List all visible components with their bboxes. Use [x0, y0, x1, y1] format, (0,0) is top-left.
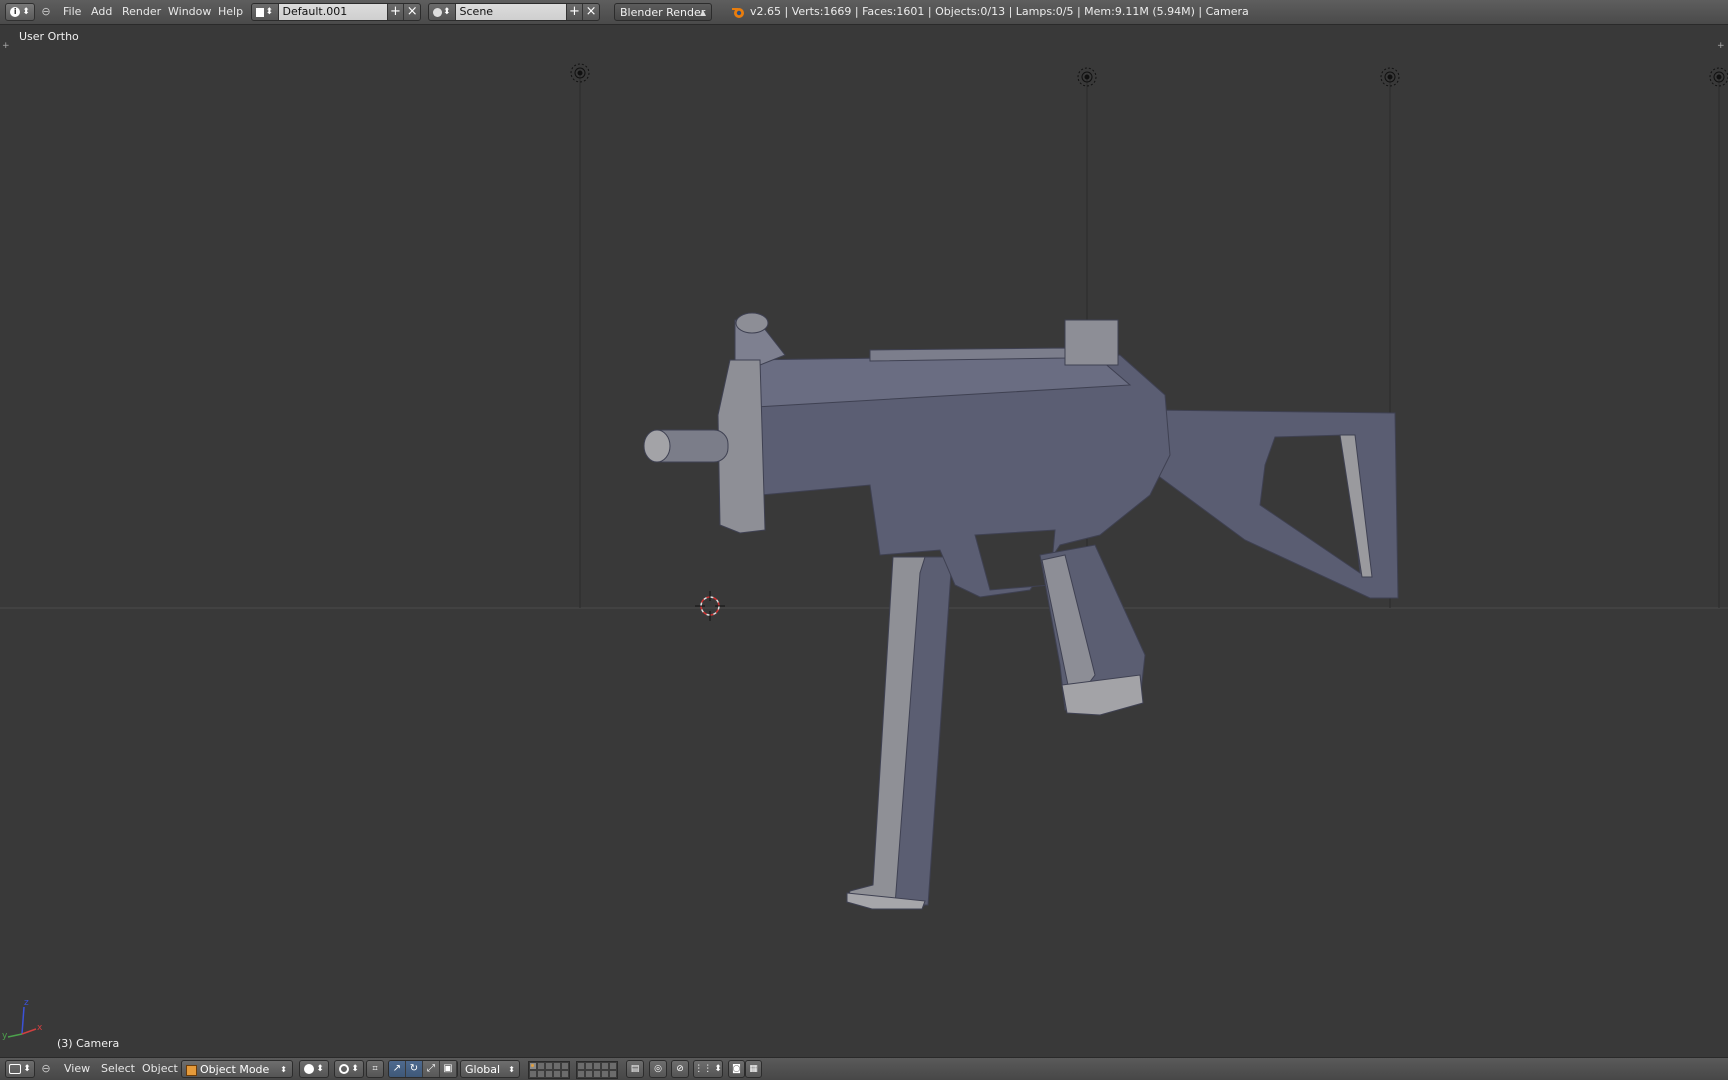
axis-y-label: y	[2, 1031, 8, 1041]
clapper-icon: ▦	[749, 1064, 758, 1074]
layer-button[interactable]	[561, 1070, 569, 1078]
gun-muzzle	[643, 429, 671, 463]
active-object-label: (3) Camera	[57, 1037, 120, 1050]
camera-icon: ◙	[732, 1064, 741, 1074]
snap-element-button[interactable]: ⋮⋮ ⬍	[693, 1060, 723, 1078]
proportional-edit-icon: ◎	[654, 1064, 662, 1074]
layer-button[interactable]	[609, 1070, 617, 1078]
delete-screen-button[interactable]: ×	[403, 4, 420, 20]
axis-x-label: x	[37, 1023, 43, 1033]
collapse-menus-toggle[interactable]: ⊖	[40, 1060, 52, 1078]
editor-type-button[interactable]: i ⬍	[5, 3, 35, 21]
gun-rear-sight	[1064, 319, 1119, 366]
layer-button[interactable]	[585, 1070, 593, 1078]
scene-icon[interactable]: ⬍	[429, 4, 456, 20]
render-animation-button[interactable]: ▦	[745, 1060, 762, 1078]
menu-object[interactable]: Object	[140, 1060, 180, 1078]
pivot-point-button[interactable]: ⬍	[334, 1060, 364, 1078]
transform-orientation-selector[interactable]: Global ⬍	[460, 1060, 520, 1078]
add-screen-button[interactable]: +	[386, 4, 404, 20]
3d-view-icon	[9, 1064, 22, 1074]
menu-view[interactable]: View	[62, 1060, 92, 1078]
layer-block-1	[528, 1061, 570, 1079]
delete-scene-button[interactable]: ×	[582, 4, 599, 20]
menu-file[interactable]: File	[61, 3, 83, 21]
menu-select[interactable]: Select	[99, 1060, 137, 1078]
layer-button[interactable]	[529, 1070, 537, 1078]
editor-type-button[interactable]: ⬍	[5, 1060, 35, 1078]
proportional-edit-button[interactable]: ◎	[649, 1060, 667, 1078]
layer-block-2	[576, 1061, 618, 1079]
menu-add[interactable]: Add	[89, 3, 114, 21]
layer-button[interactable]	[593, 1062, 601, 1070]
3d-cursor-icon	[695, 591, 725, 621]
layer-button[interactable]	[609, 1062, 617, 1070]
layer-button[interactable]	[577, 1070, 585, 1078]
lock-layers-button[interactable]: ▤	[626, 1060, 644, 1078]
object-mode-icon	[186, 1065, 197, 1076]
viewport-shading-button[interactable]: ⬍	[299, 1060, 329, 1078]
chevron-updown-icon: ▲	[699, 8, 706, 17]
scale-box-icon[interactable]: ▣	[440, 1061, 457, 1077]
collapse-menus-toggle[interactable]: ⊖	[40, 3, 52, 21]
screen-layout-icon[interactable]: ⬍	[252, 4, 279, 20]
layer-button[interactable]	[537, 1062, 545, 1070]
layer-button[interactable]	[561, 1062, 569, 1070]
manipulator-toggle[interactable]: ⌗	[366, 1060, 384, 1078]
layer-button[interactable]	[545, 1070, 553, 1078]
gun-front-sight-ring	[735, 312, 769, 334]
layer-button[interactable]	[529, 1062, 537, 1070]
layer-buttons	[528, 1061, 618, 1079]
screen-layout-field[interactable]: Default.001	[278, 4, 387, 20]
transform-manipulators: ↗ ↻ ⤢ ▣	[388, 1060, 458, 1078]
interaction-mode-selector[interactable]: Object Mode ⬍	[181, 1060, 293, 1078]
render-still-button[interactable]: ◙	[728, 1060, 745, 1078]
translate-manipulator-icon[interactable]: ↗	[389, 1061, 406, 1077]
3d-view-header: ⬍ ⊖ View Select Object Object Mode ⬍ ⬍ ⬍…	[0, 1057, 1728, 1080]
layer-button[interactable]	[601, 1062, 609, 1070]
axis-z-label: z	[24, 998, 29, 1008]
blender-logo-icon	[732, 8, 744, 18]
lock-icon: ▤	[630, 1064, 640, 1074]
menu-window[interactable]: Window	[166, 3, 213, 21]
layer-button[interactable]	[545, 1062, 553, 1070]
transform-orientation-label: Global	[465, 1063, 501, 1076]
chevron-updown-icon: ⬍	[280, 1065, 287, 1074]
snap-toggle-button[interactable]: ⊘	[671, 1060, 689, 1078]
3d-viewport[interactable]: User Ortho + + z y x (3) Camera	[0, 25, 1728, 1057]
menu-help[interactable]: Help	[216, 3, 245, 21]
viewport-scene: z y x	[0, 63, 1728, 1041]
menu-render[interactable]: Render	[120, 3, 163, 21]
gun-model	[643, 312, 1399, 910]
chevron-updown-icon: ⬍	[508, 1065, 515, 1074]
chevron-updown-icon: ⬍	[22, 7, 30, 17]
layer-button[interactable]	[553, 1070, 561, 1078]
render-engine-selector[interactable]: Blender Render ▲	[614, 3, 712, 21]
solid-shading-icon	[304, 1064, 315, 1074]
scene-statistics: v2.65 | Verts:1669 | Faces:1601 | Object…	[750, 5, 1249, 18]
scale-manipulator-icon[interactable]: ⤢	[423, 1061, 440, 1077]
layer-button[interactable]	[601, 1070, 609, 1078]
layer-button[interactable]	[537, 1070, 545, 1078]
pivot-point-icon	[339, 1064, 350, 1074]
interaction-mode-label: Object Mode	[200, 1063, 270, 1076]
add-scene-button[interactable]: +	[565, 4, 583, 20]
axis-gizmo-icon	[7, 1006, 37, 1038]
layer-button[interactable]	[577, 1062, 585, 1070]
info-header: i ⬍ ⊖ File Add Render Window Help ⬍ Defa…	[0, 0, 1728, 25]
rotate-manipulator-icon[interactable]: ↻	[406, 1061, 423, 1077]
snap-increment-icon: ⋮⋮	[694, 1064, 713, 1074]
manipulator-icon: ⌗	[372, 1064, 378, 1074]
scene-field[interactable]: Scene	[455, 4, 566, 20]
chevron-updown-icon: ⬍	[23, 1064, 31, 1074]
screen-layout-selector: ⬍ Default.001 + ×	[251, 3, 421, 21]
magnet-icon: ⊘	[676, 1064, 684, 1074]
layer-button[interactable]	[593, 1070, 601, 1078]
layer-button[interactable]	[585, 1062, 593, 1070]
scene-selector: ⬍ Scene + ×	[428, 3, 600, 21]
render-engine-label: Blender Render	[620, 6, 706, 19]
info-icon: i	[10, 7, 21, 17]
layer-button[interactable]	[553, 1062, 561, 1070]
